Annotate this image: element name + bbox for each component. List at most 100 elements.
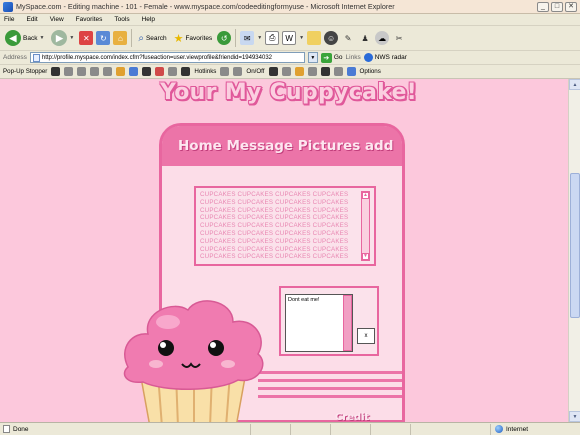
hotlinks-icon <box>181 67 191 76</box>
status-text: Done <box>13 425 29 433</box>
popup-icon[interactable] <box>268 67 278 76</box>
popup-icon[interactable] <box>307 67 317 76</box>
popup-icon[interactable] <box>64 67 74 76</box>
address-url: http://profile.myspace.com/index.cfm?fus… <box>41 54 272 61</box>
window-title: MySpace.com - Editing machine - 101 - Fe… <box>16 2 395 11</box>
menu-edit[interactable]: Edit <box>26 16 37 23</box>
onoff-icon <box>233 67 243 76</box>
scroll-down-icon[interactable]: ▼ <box>362 253 369 260</box>
popup-icon[interactable] <box>220 67 230 76</box>
popup-icon[interactable] <box>294 67 304 76</box>
globe-icon <box>495 425 503 433</box>
search-icon: ⌕ <box>138 32 144 44</box>
onoff-button[interactable]: On/Off <box>246 68 264 75</box>
home-icon[interactable]: ⌂ <box>113 31 128 45</box>
scroll-up-icon[interactable]: ▲ <box>362 192 369 199</box>
go-button[interactable]: ➔ Go <box>320 52 343 63</box>
menu-view[interactable]: View <box>50 16 64 23</box>
toolbar-separator <box>131 29 133 47</box>
discuss-icon[interactable]: ☁ <box>375 31 390 45</box>
page-content: Your My Cuppycake! Home Message Pictures… <box>0 79 568 422</box>
chevron-down-icon: ▼ <box>39 35 45 41</box>
menu-favorites[interactable]: Favorites <box>76 16 103 23</box>
decorative-stripes <box>258 371 402 416</box>
popup-icon[interactable] <box>77 67 87 76</box>
popup-icon[interactable] <box>168 67 178 76</box>
messenger-icon[interactable]: ☺ <box>324 31 339 45</box>
mail-icon[interactable]: ✉ <box>240 31 255 45</box>
research-icon[interactable]: ✎ <box>341 31 355 45</box>
popup-icon[interactable] <box>333 67 343 76</box>
close-x-button[interactable]: x <box>357 328 375 344</box>
comment-box: Dont eat me! x <box>279 286 379 356</box>
popup-icon[interactable] <box>116 67 126 76</box>
address-bar: Address http://profile.myspace.com/index… <box>0 51 580 65</box>
go-arrow-icon: ➔ <box>320 52 332 63</box>
ie-logo-icon <box>3 1 13 12</box>
title-bar: MySpace.com - Editing machine - 101 - Fe… <box>0 0 580 14</box>
popup-stopper-toolbar: Pop-Up Stopper Hotlinks On/Off Options <box>0 65 580 79</box>
page-status-icon <box>3 425 10 433</box>
forward-arrow-icon: ▶ <box>51 30 68 46</box>
chevron-down-icon: ▼ <box>299 35 305 41</box>
status-bar: Done Internet <box>0 422 580 435</box>
tools-icon[interactable]: ✂ <box>392 31 406 45</box>
refresh-icon[interactable]: ↻ <box>96 31 111 45</box>
scroll-thumb[interactable] <box>570 173 580 318</box>
history-icon[interactable]: ↺ <box>217 31 232 45</box>
folder-icon[interactable] <box>307 31 322 45</box>
links-label[interactable]: Links <box>346 54 361 61</box>
menu-help[interactable]: Help <box>142 16 155 23</box>
scroll-text-box: CUPCAKES CUPCAKES CUPCAKES CUPCAKES CUPC… <box>194 186 376 266</box>
comment-scrollbar[interactable] <box>343 295 352 351</box>
popup-icon[interactable] <box>320 67 330 76</box>
page-banner-title: Your My Cuppycake! <box>160 80 418 105</box>
nws-icon <box>363 53 373 62</box>
stop-icon[interactable]: ✕ <box>79 31 94 45</box>
credit-link[interactable]: Credit <box>335 412 369 422</box>
forward-button[interactable]: ▶ ▼ <box>49 28 76 48</box>
menu-file[interactable]: File <box>4 16 14 23</box>
back-label: Back <box>23 34 38 42</box>
back-button[interactable]: ◀ Back ▼ <box>3 28 46 48</box>
address-input[interactable]: http://profile.myspace.com/index.cfm?fus… <box>29 52 305 63</box>
popup-icon[interactable] <box>155 67 165 76</box>
popup-icon[interactable] <box>129 67 139 76</box>
popup-icon[interactable] <box>142 67 152 76</box>
close-button[interactable]: ✕ <box>565 1 577 12</box>
go-label: Go <box>333 54 343 61</box>
scroll-up-icon[interactable]: ▲ <box>569 79 580 90</box>
security-zone[interactable]: Internet <box>490 423 580 435</box>
edit-icon[interactable]: W <box>282 31 297 45</box>
favorites-label: Favorites <box>185 34 213 42</box>
maximize-button[interactable]: □ <box>551 1 563 12</box>
page-scrollbar[interactable]: ▲ ▼ <box>568 79 580 422</box>
standard-toolbar: ◀ Back ▼ ▶ ▼ ✕ ↻ ⌂ ⌕ Search ★ Favorites … <box>0 26 580 51</box>
back-arrow-icon: ◀ <box>5 30 21 46</box>
popup-stopper-label[interactable]: Pop-Up Stopper <box>3 68 47 75</box>
options-button[interactable]: Options <box>360 68 381 75</box>
cupcake-illustration <box>123 300 264 422</box>
popup-icon[interactable] <box>103 67 113 76</box>
menu-tools[interactable]: Tools <box>114 16 129 23</box>
address-dropdown-button[interactable]: ▼ <box>307 52 318 63</box>
zone-label: Internet <box>506 425 529 433</box>
print-icon[interactable]: ⎙ <box>265 31 280 45</box>
scroll-down-icon[interactable]: ▼ <box>569 411 580 422</box>
nws-radar-link[interactable]: NWS radar <box>363 53 407 62</box>
popup-icon[interactable] <box>90 67 100 76</box>
menu-bar: File Edit View Favorites Tools Help <box>0 14 580 26</box>
search-button[interactable]: ⌕ Search <box>136 28 168 48</box>
star-icon: ★ <box>173 32 184 45</box>
profile-nav-links[interactable]: Home Message Pictures add <box>178 138 393 154</box>
favorites-button[interactable]: ★ Favorites <box>172 28 215 48</box>
popup-icon[interactable] <box>51 67 61 76</box>
text-scrollbar[interactable]: ▲ ▼ <box>361 191 370 261</box>
chevron-down-icon: ▼ <box>69 35 75 41</box>
popup-icon[interactable] <box>281 67 291 76</box>
search-label: Search <box>145 34 167 42</box>
chevron-down-icon: ▼ <box>257 35 263 41</box>
hotlinks-button[interactable]: Hotlinks <box>194 68 216 75</box>
minimize-button[interactable]: _ <box>537 1 549 12</box>
runner-icon[interactable]: ♟ <box>358 31 372 45</box>
